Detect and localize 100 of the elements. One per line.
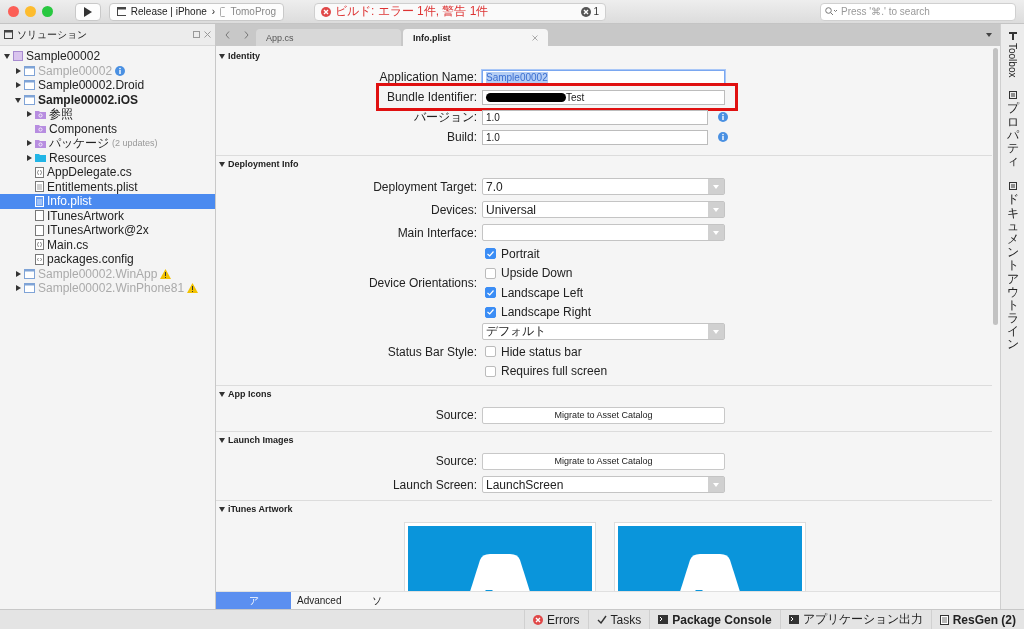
tree-item[interactable]: 参照 <box>0 107 215 122</box>
collapsed-arrow-icon[interactable] <box>15 285 21 292</box>
checkbox[interactable] <box>485 267 496 279</box>
solution-icon <box>13 51 23 62</box>
select-field[interactable]: Universal <box>482 201 725 218</box>
status-pad-button[interactable]: Package Console <box>649 610 780 629</box>
pad-tab[interactable]: ドキュメントアウトライン <box>1006 182 1019 352</box>
section-title: Deployment Info <box>228 158 299 169</box>
caret-icon <box>713 482 719 487</box>
tree-item[interactable]: Components <box>0 121 215 136</box>
zoom-button[interactable] <box>42 6 53 17</box>
expanded-arrow-icon[interactable] <box>219 505 225 512</box>
migrate-button[interactable]: Migrate to Asset Catalog <box>482 452 725 470</box>
warning-icon <box>187 283 199 294</box>
expanded-arrow-icon[interactable] <box>4 53 10 60</box>
tree-item[interactable]: Sample00002.Droid <box>0 78 215 93</box>
close-icon[interactable] <box>204 31 211 38</box>
collapsed-arrow-icon[interactable] <box>15 67 21 74</box>
view-tab[interactable]: Advanced <box>291 592 366 609</box>
error-icon <box>532 614 543 625</box>
expanded-arrow-icon[interactable] <box>219 436 225 443</box>
window-icon <box>117 7 126 16</box>
search-field[interactable]: Press '⌘.' to search <box>820 2 1016 21</box>
tree-item[interactable]: Sample00002 <box>0 49 215 64</box>
play-icon <box>84 6 92 17</box>
collapsed-arrow-icon[interactable] <box>15 82 21 89</box>
collapsed-arrow-icon[interactable] <box>26 140 32 147</box>
checkbox[interactable] <box>485 346 496 358</box>
status-pad-button[interactable]: Errors <box>523 610 588 629</box>
pad-tab[interactable]: Toolbox <box>1007 32 1018 78</box>
expanded-arrow-icon[interactable] <box>219 390 225 397</box>
dropdown-icon[interactable] <box>986 33 992 37</box>
tree-item[interactable]: ITunesArtwork <box>0 208 215 223</box>
field-label: Application Name: <box>378 70 477 84</box>
field-label: Source: <box>434 454 477 468</box>
configuration-selector[interactable]: Release | iPhone › TomoProg <box>109 2 284 21</box>
tree-item[interactable]: packages.config <box>0 252 215 267</box>
expanded-arrow-icon[interactable] <box>219 160 225 167</box>
error-icon <box>581 6 592 17</box>
scrollbar-thumb[interactable] <box>993 48 998 325</box>
text-field[interactable]: Test <box>482 89 725 105</box>
checkbox[interactable] <box>485 248 496 260</box>
close-button[interactable] <box>8 6 19 17</box>
caret-icon <box>713 184 719 189</box>
tree-item[interactable]: Entitlements.plist <box>0 179 215 194</box>
project-icon <box>24 80 35 91</box>
select-field[interactable] <box>482 224 725 241</box>
panel-icon <box>1008 182 1017 191</box>
migrate-button[interactable]: Migrate to Asset Catalog <box>482 406 725 424</box>
editor-tab[interactable]: Info.plist <box>403 29 548 46</box>
status-pad-button[interactable]: ResGen (2) <box>930 610 1024 629</box>
tree-item[interactable]: Resources <box>0 150 215 165</box>
status-pad-button[interactable]: Tasks <box>587 610 650 629</box>
configuration-label: Release | iPhone <box>130 6 207 17</box>
terminal-icon <box>788 615 799 624</box>
caret-icon <box>713 329 719 334</box>
select-field[interactable]: 7.0 <box>482 178 725 195</box>
status-pad-button[interactable]: アプリケーション出力 <box>779 610 931 629</box>
text-field[interactable]: 1.0 <box>482 129 708 145</box>
terminal-icon <box>658 615 669 624</box>
document-icon <box>939 614 949 625</box>
warning-icon <box>160 268 172 279</box>
tree-item[interactable]: Sample00002.iOS <box>0 92 215 107</box>
checkbox-label: Landscape Right <box>501 305 592 320</box>
select-field[interactable]: デフォルト <box>482 323 725 340</box>
tree-item[interactable]: パッケージ (2 updates) <box>0 136 215 151</box>
device-label: TomoProg <box>230 6 276 17</box>
close-icon[interactable] <box>532 34 538 41</box>
editor-tab[interactable]: App.cs <box>256 29 401 46</box>
collapsed-arrow-icon[interactable] <box>15 270 21 277</box>
checkbox-label: Hide status bar <box>501 344 582 359</box>
field-label: Source: <box>434 408 477 422</box>
panel-icon <box>1008 91 1017 100</box>
document-icon <box>35 166 44 178</box>
tree-item[interactable]: AppDelegate.cs <box>0 165 215 180</box>
caret-icon <box>713 230 719 235</box>
checkbox[interactable] <box>485 306 496 318</box>
error-icon <box>321 6 331 17</box>
error-count: 1 <box>581 6 599 17</box>
field-label: Device Orientations: <box>367 276 477 290</box>
collapsed-arrow-icon[interactable] <box>26 111 32 118</box>
collapsed-arrow-icon[interactable] <box>26 154 32 161</box>
expanded-arrow-icon[interactable] <box>219 52 225 59</box>
checkbox[interactable] <box>485 287 496 299</box>
expanded-arrow-icon[interactable] <box>15 96 21 103</box>
section-title: iTunes Artwork <box>228 503 293 514</box>
select-field[interactable]: LaunchScreen <box>482 476 725 493</box>
run-button[interactable] <box>75 2 101 21</box>
search-icon <box>825 6 837 16</box>
field-label: Status Bar Style: <box>386 344 477 359</box>
tree-item[interactable]: Main.cs <box>0 237 215 252</box>
view-tab[interactable]: ソ <box>366 592 441 609</box>
tree-item[interactable]: ITunesArtwork@2x <box>0 223 215 238</box>
field-label: バージョン: <box>412 108 477 126</box>
maximize-icon[interactable] <box>193 31 200 38</box>
solution-pad-icon <box>4 30 13 39</box>
section-title: Launch Images <box>228 434 294 445</box>
document-icon <box>35 239 44 251</box>
pad-tab[interactable]: プロパティ <box>1006 91 1019 169</box>
checkbox[interactable] <box>485 365 496 377</box>
